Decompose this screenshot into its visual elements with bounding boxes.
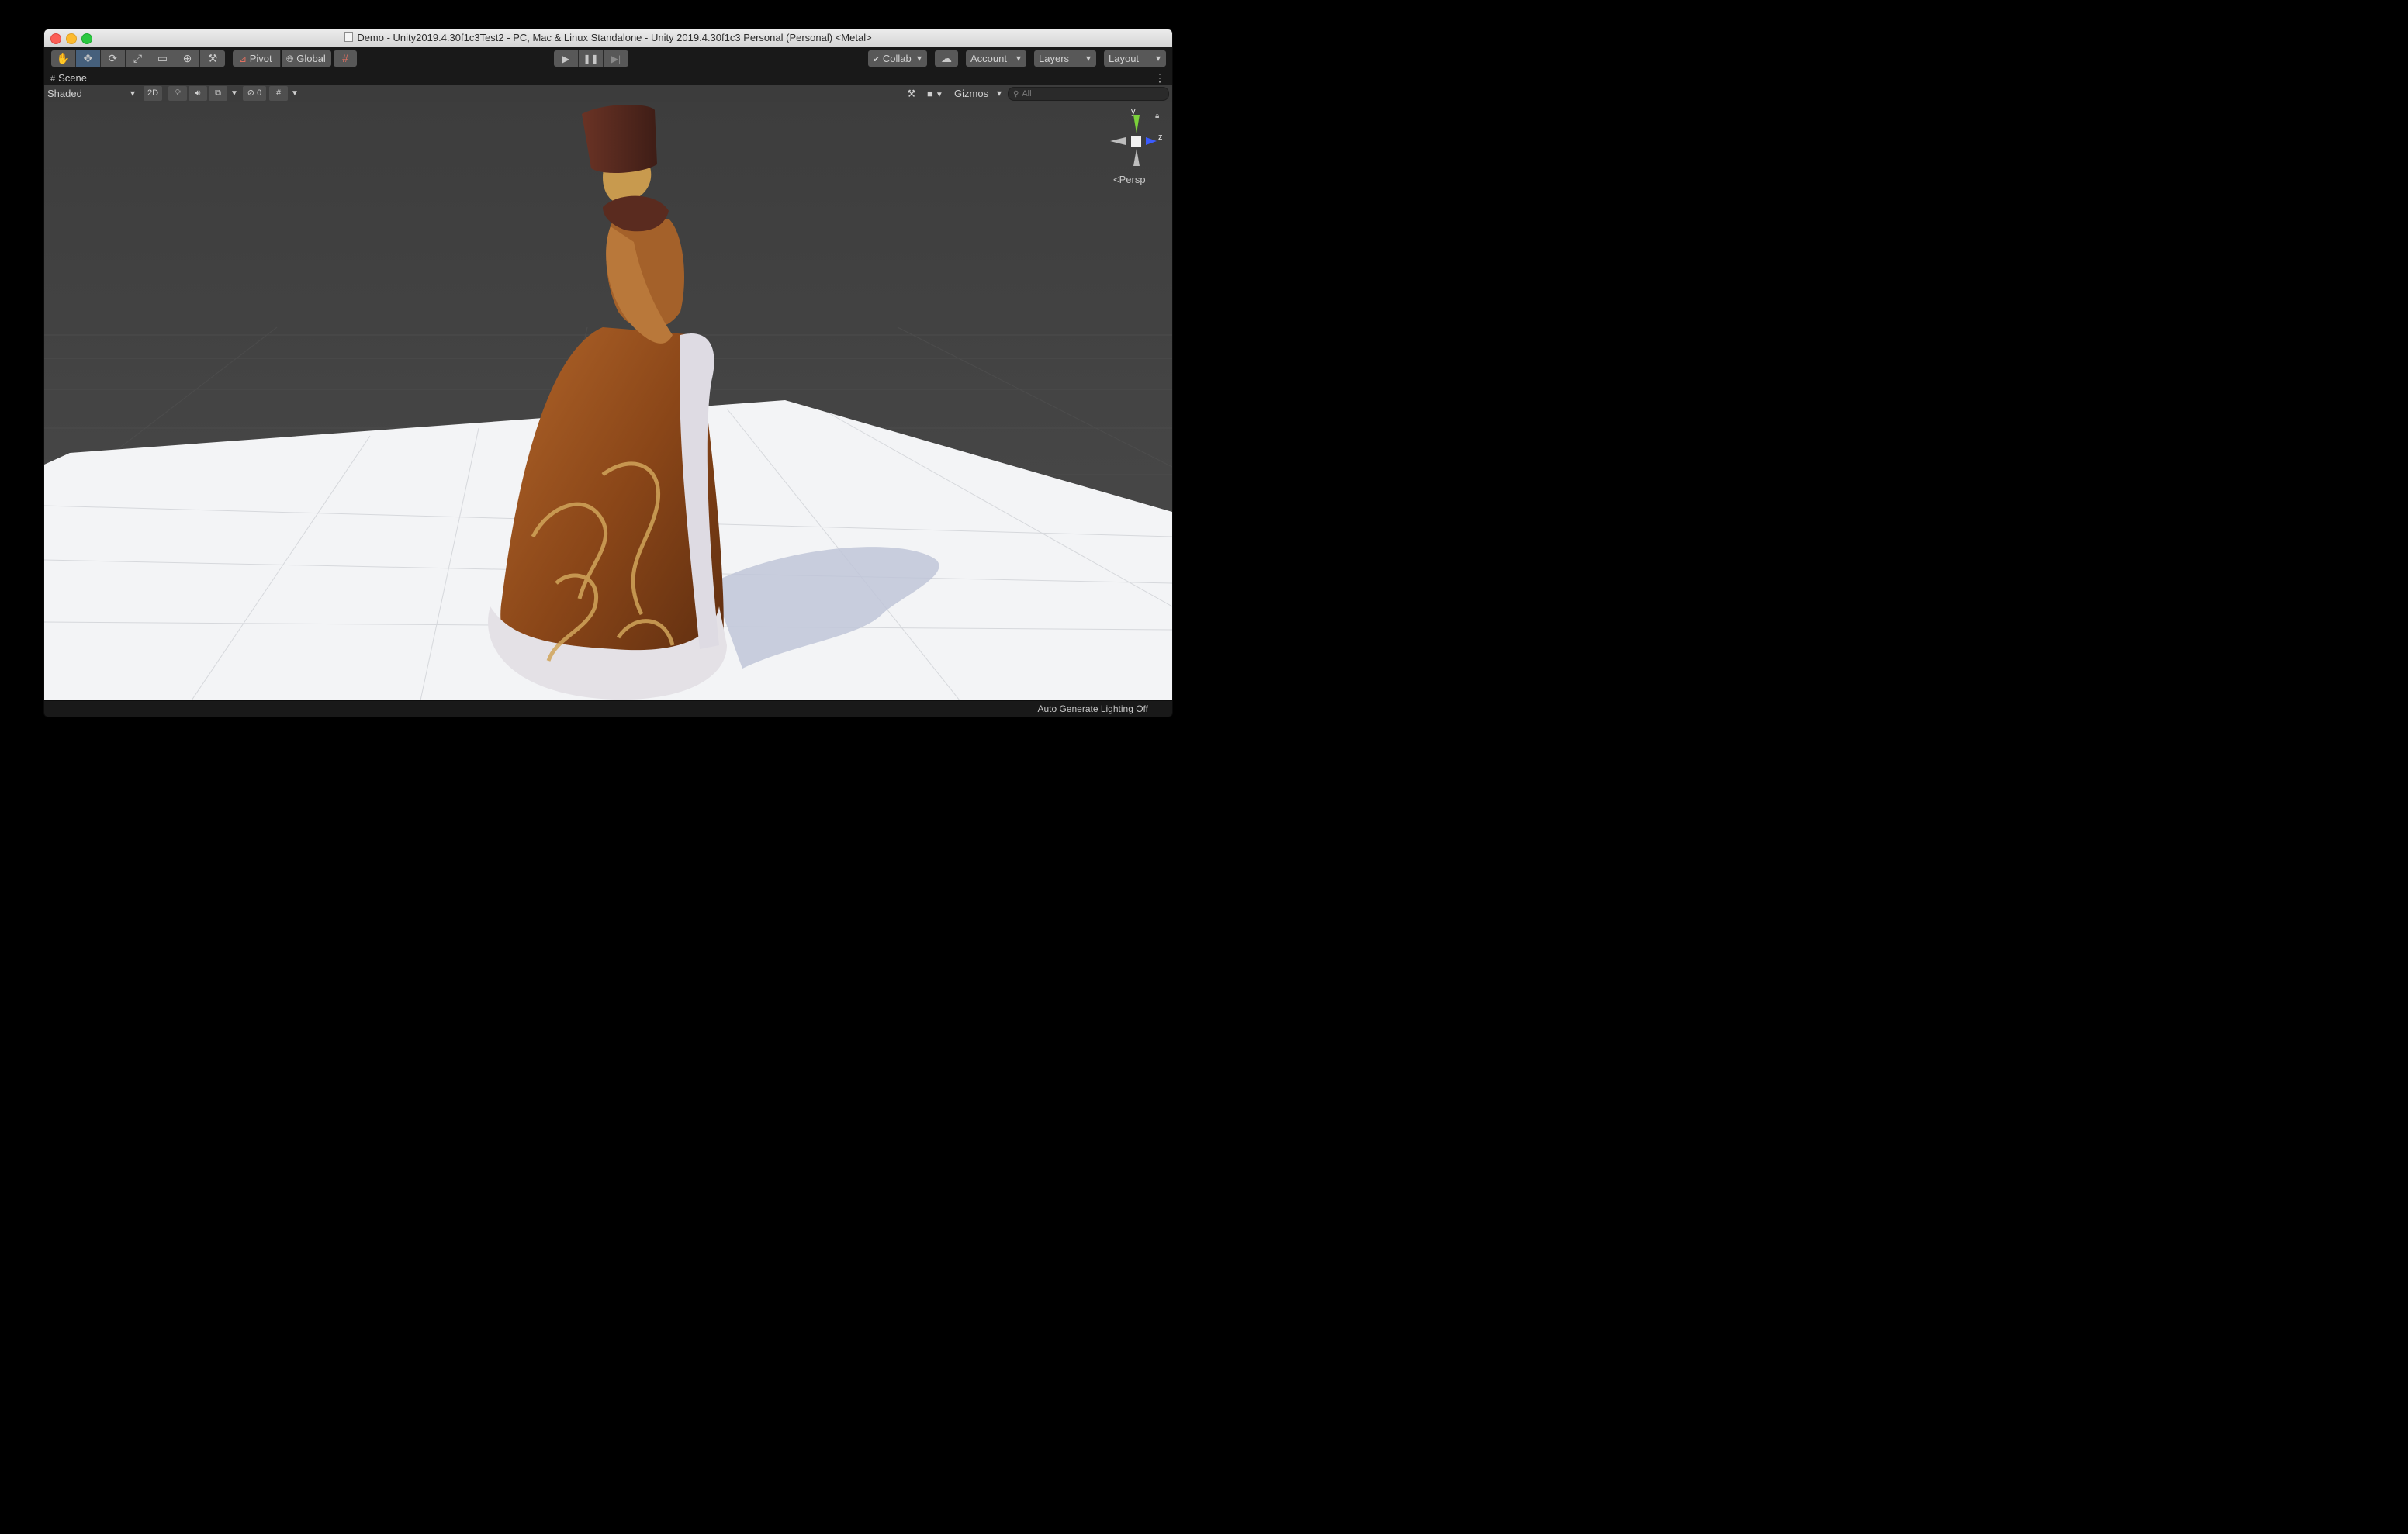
tab-row: # Scene ⋮ (44, 71, 1172, 85)
hand-icon: ✋ (56, 52, 71, 64)
layers-label: Layers (1039, 53, 1070, 64)
collab-dropdown[interactable]: ✔ Collab (868, 50, 927, 67)
status-bar: Auto Generate Lighting Off (44, 700, 1172, 717)
pause-icon: ❚❚ (583, 54, 599, 64)
step-button[interactable]: ▶| (604, 50, 628, 67)
gizmo-neg-x-axis[interactable] (1110, 137, 1126, 145)
lock-icon[interactable]: 🔒︎ (1155, 112, 1159, 120)
projection-toggle[interactable]: <Persp (1113, 174, 1146, 185)
custom-tool-button[interactable]: ⚒ (200, 50, 225, 67)
document-icon (344, 32, 354, 42)
camera-dropdown[interactable]: ■ ▼ (927, 85, 953, 102)
transform-tool-button[interactable]: ⊕ (175, 50, 200, 67)
global-toggle[interactable]: 🌐︎ Global (282, 50, 331, 67)
account-dropdown[interactable]: Account (966, 50, 1026, 67)
rotate-icon: ⟳ (108, 52, 118, 64)
globe-icon: 🌐︎ (286, 54, 294, 64)
scene-tools-icon[interactable]: ⚒ (907, 85, 921, 102)
grid-toggle[interactable]: # (269, 86, 288, 101)
camera-arrow: ▼ (935, 91, 943, 99)
draw-mode-dropdown[interactable]: Shaded (44, 85, 140, 102)
collab-label: Collab (882, 53, 912, 64)
layout-dropdown[interactable]: Layout (1104, 50, 1166, 67)
unity-editor-window: Demo - Unity2019.4.30f1c3Test2 - PC, Mac… (44, 29, 1172, 717)
window-title: Demo - Unity2019.4.30f1c3Test2 - PC, Mac… (357, 32, 872, 43)
gizmo-z-label: z (1158, 133, 1163, 142)
2d-label: 2D (147, 88, 159, 98)
account-label: Account (970, 53, 1007, 64)
fur-hat (582, 105, 657, 174)
eye-slash-icon: ⊘ (247, 88, 255, 98)
hidden-count: 0 (257, 88, 262, 98)
rect-tool-button[interactable]: ▭ (150, 50, 175, 67)
2d-mode-toggle[interactable]: 2D (144, 86, 162, 101)
draw-mode-label: Shaded (47, 88, 82, 99)
hand-tool-button[interactable]: ✋ (51, 50, 76, 67)
tab-scene[interactable]: # Scene (50, 71, 87, 85)
lighting-status: Auto Generate Lighting Off (1037, 703, 1148, 714)
rect-icon: ▭ (157, 52, 168, 64)
play-icon: ▶ (562, 54, 570, 64)
transform-icon: ⊕ (182, 52, 192, 64)
scene-view-toolbar: Shaded 2D 💡︎ 🔊︎ ⧉ ▼ ⊘ 0 # ▼ ⚒ ■▼ Gizmos (44, 85, 1172, 102)
title-bar[interactable]: Demo - Unity2019.4.30f1c3Test2 - PC, Mac… (44, 29, 1172, 47)
gizmo-z-axis[interactable] (1146, 137, 1157, 145)
lighting-toggle[interactable]: 💡︎ (168, 86, 187, 101)
checkmark-icon: ✔ (873, 55, 881, 64)
gizmo-center-cube[interactable] (1131, 136, 1141, 147)
scale-tool-button[interactable]: ⤢ (126, 50, 150, 67)
layers-dropdown[interactable]: Layers (1034, 50, 1096, 67)
gizmo-y-label: y (1131, 107, 1136, 116)
step-icon: ▶| (611, 54, 621, 64)
move-tool-button[interactable]: ✥ (76, 50, 101, 67)
perspective-icon: < (1113, 174, 1119, 185)
scene-search-field[interactable]: ⚲ All (1008, 87, 1169, 101)
scene-render (44, 102, 1172, 700)
audio-toggle[interactable]: 🔊︎ (189, 86, 207, 101)
camera-icon: ■ (927, 88, 933, 99)
global-label: Global (296, 53, 326, 64)
effects-dropdown-arrow[interactable]: ▼ (230, 85, 240, 102)
search-icon: ⚲ (1013, 90, 1019, 98)
cloud-icon: ☁ (941, 52, 952, 64)
pivot-label: Pivot (249, 53, 272, 64)
pivot-icon: ⊿ (239, 54, 247, 64)
main-toolbar: ✋ ✥ ⟳ ⤢ ▭ ⊕ ⚒ ⊿ Pivot 🌐︎ Global # ▶ ❚❚ ▶… (44, 47, 1172, 71)
hidden-objects-toggle[interactable]: ⊘ 0 (243, 86, 266, 101)
snap-toggle[interactable]: # (334, 50, 357, 67)
projection-label: Persp (1119, 174, 1146, 185)
grid-dropdown-arrow[interactable]: ▼ (291, 85, 300, 102)
tools-icon: ⚒ (207, 52, 218, 64)
rotate-tool-button[interactable]: ⟳ (101, 50, 126, 67)
gizmo-y-axis[interactable] (1133, 115, 1140, 133)
window-title-area: Demo - Unity2019.4.30f1c3Test2 - PC, Mac… (44, 32, 1172, 43)
pause-button[interactable]: ❚❚ (579, 50, 604, 67)
pivot-toggle[interactable]: ⊿ Pivot (233, 50, 281, 67)
effects-icon: ⧉ (215, 88, 221, 98)
gizmos-label: Gizmos (954, 88, 989, 99)
move-arrows-icon: ✥ (83, 52, 93, 64)
search-placeholder: All (1022, 89, 1032, 98)
play-button[interactable]: ▶ (554, 50, 579, 67)
tab-options-icon[interactable]: ⋮ (1154, 71, 1165, 84)
scene-tab-label: Scene (58, 72, 87, 84)
effects-toggle[interactable]: ⧉ (209, 86, 227, 101)
grid-icon: # (275, 88, 282, 98)
speaker-icon: 🔊︎ (195, 88, 201, 98)
grid-snap-icon: # (342, 52, 348, 64)
gizmos-dropdown[interactable]: Gizmos (952, 85, 1007, 102)
scene-grid-icon: # (50, 74, 56, 84)
cloud-button[interactable]: ☁ (935, 50, 958, 67)
scene-viewport[interactable]: y z 🔒︎ <Persp (44, 102, 1172, 700)
lightbulb-icon: 💡︎ (175, 88, 181, 98)
scale-icon: ⤢ (133, 52, 143, 64)
layout-label: Layout (1109, 53, 1140, 64)
gizmo-neg-y-axis[interactable] (1133, 149, 1140, 166)
